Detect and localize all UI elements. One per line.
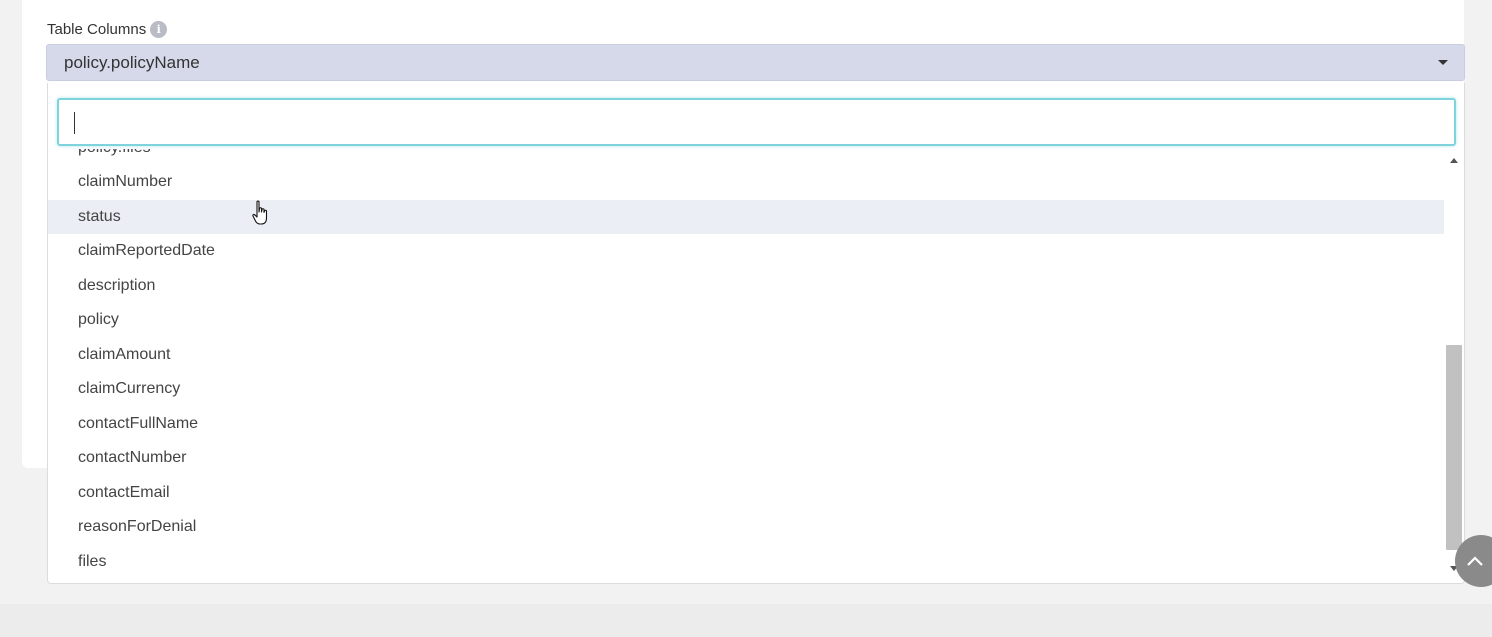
list-item[interactable]: description: [48, 269, 1444, 303]
list-item[interactable]: policy.files: [48, 149, 1444, 165]
list-item[interactable]: contactFullName: [48, 407, 1444, 441]
dropdown-search-box[interactable]: [57, 98, 1456, 146]
scrollbar-thumb[interactable]: [1446, 345, 1462, 550]
scroll-up-arrow-icon[interactable]: [1450, 158, 1458, 163]
chevron-up-icon: [1467, 556, 1483, 566]
list-item[interactable]: claimCurrency: [48, 372, 1444, 406]
dropdown-search-input[interactable]: [59, 100, 1454, 144]
table-columns-label-row: Table Columns i: [47, 21, 168, 38]
list-item[interactable]: claimAmount: [48, 338, 1444, 372]
info-icon[interactable]: i: [150, 21, 168, 38]
select-dropdown: policy.files claimNumber status claimRep…: [47, 83, 1465, 584]
page-footer-band: [0, 604, 1492, 637]
list-item[interactable]: claimReportedDate: [48, 234, 1444, 268]
table-columns-label: Table Columns: [47, 21, 147, 38]
table-columns-select[interactable]: policy.policyName: [46, 44, 1465, 81]
list-item[interactable]: policy: [48, 303, 1444, 337]
list-item[interactable]: claimNumber: [48, 165, 1444, 199]
list-item[interactable]: files: [48, 545, 1444, 579]
text-cursor: [74, 112, 75, 134]
list-item[interactable]: contactEmail: [48, 476, 1444, 510]
list-item[interactable]: status: [48, 200, 1444, 234]
chevron-down-icon[interactable]: [1438, 60, 1448, 65]
list-item[interactable]: reasonForDenial: [48, 510, 1444, 544]
list-item[interactable]: contactNumber: [48, 441, 1444, 475]
options-list: policy.files claimNumber status claimRep…: [48, 149, 1444, 583]
selected-value: policy.policyName: [64, 52, 200, 72]
options-scrollbar[interactable]: [1445, 149, 1464, 583]
